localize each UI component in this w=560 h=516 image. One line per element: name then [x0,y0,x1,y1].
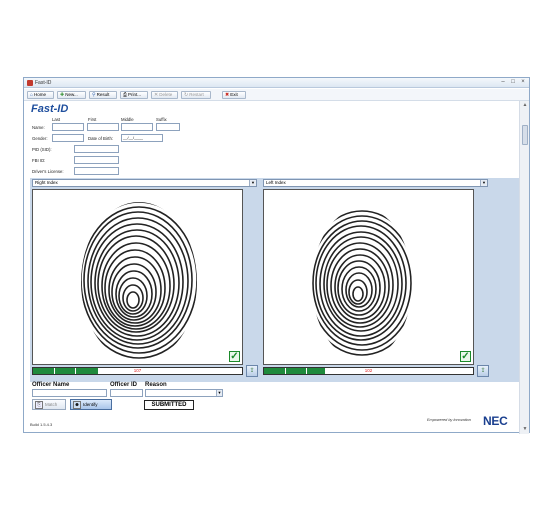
finger-select-value: Left Index [266,180,286,185]
tagline: Empowered by Innovation [427,418,471,422]
fingerprint-image [312,210,412,356]
fingerprint-image-frame: ✓ [263,189,474,365]
finger-select-value: Right Index [35,180,58,185]
chevron-down-icon: ▼ [249,180,256,186]
fbi-id-label: FBI ID: [32,158,46,163]
last-name-input[interactable] [52,123,84,131]
middle-name-input[interactable] [121,123,153,131]
suffix-input[interactable] [156,123,180,131]
quality-bar: 107 [32,367,243,375]
identify-label: Identify [83,402,98,407]
close-icon[interactable]: × [519,79,527,86]
app-icon [27,80,33,86]
capture-ok-icon: ✓ [229,351,240,362]
maximize-icon[interactable]: □ [509,79,517,86]
status-badge: SUBMITTED [144,400,194,410]
vertical-scrollbar[interactable]: ▲ ▼ [519,101,529,434]
home-icon: ⌂ [30,92,34,98]
scroll-down-icon[interactable]: ▼ [521,426,529,433]
brand-logo: NEC [483,414,508,428]
identify-icon: ☻ [73,400,81,409]
fingerprint-image [81,202,197,359]
print-label: Print... [128,92,142,97]
delete-label: Delete [159,92,173,97]
minimize-icon[interactable]: – [499,79,507,86]
officer-id-label: Officer ID [110,382,138,388]
match-button[interactable]: ⎘ Match [32,399,66,410]
gender-label: Gender: [32,136,48,141]
home-button[interactable]: ⌂ Home [27,91,54,99]
gender-input[interactable] [52,134,84,142]
chevron-down-icon: ▼ [480,180,487,186]
reason-label: Reason [145,382,167,388]
match-icon: ⎘ [35,400,43,409]
window-title: Fast-ID [35,80,52,86]
capture-button[interactable]: ⇪ [246,365,258,377]
quality-bar: 102 [263,367,474,375]
scrollbar-thumb[interactable] [522,125,528,145]
dob-label: Date of Birth: [88,136,114,141]
restart-button[interactable]: ↻ Restart [181,91,211,99]
name-label: Name: [32,125,45,130]
new-button[interactable]: ✚ New... [57,91,86,99]
restart-icon: ↻ [184,92,189,98]
title-bar: Fast-ID – □ × [24,78,529,88]
print-button[interactable]: ⎙ Print... [120,91,148,99]
drivers-license-input[interactable] [74,167,119,175]
first-name-input[interactable] [87,123,119,131]
dob-input[interactable]: __/__/____ [121,134,163,142]
finger-select[interactable]: Right Index ▼ [32,179,257,187]
fingerprint-image-frame: ✓ [32,189,243,365]
last-column-label: Last [52,117,61,122]
pid-label: PID (SID): [32,147,52,152]
pid-input[interactable] [74,145,119,153]
app-window: Fast-ID – □ × ⌂ Home ✚ New... ⚲ Result ⎙… [23,77,530,434]
result-label: Result [96,92,110,97]
result-icon: ⚲ [92,92,96,98]
capture-panel-left-index: Left Index ▼ ✓ 102 ⇪ [263,179,489,379]
finger-select[interactable]: Left Index ▼ [263,179,488,187]
identify-button[interactable]: ☻ Identify [70,399,112,410]
printer-icon: ⎙ [123,92,128,98]
build-version: Build 1.5.4.3 [30,422,53,427]
scroll-up-icon[interactable]: ▲ [521,102,529,109]
capture-button[interactable]: ⇪ [477,365,489,377]
delete-button[interactable]: ✕ Delete [151,91,178,99]
reason-select[interactable]: ▼ [145,389,223,397]
new-icon: ✚ [60,92,65,98]
toolbar: ⌂ Home ✚ New... ⚲ Result ⎙ Print... ✕ De… [24,89,529,101]
delete-icon: ✕ [154,92,159,98]
restart-label: Restart [189,92,204,97]
exit-label: Exit [230,92,238,97]
first-column-label: First [88,117,97,122]
quality-value: 107 [133,368,142,373]
officer-name-input[interactable] [32,389,107,397]
new-label: New... [65,92,78,97]
exit-button[interactable]: ✖ Exit [222,91,246,99]
capture-panel-right-index: Right Index ▼ ✓ 107 ⇪ [32,179,258,379]
officer-name-label: Officer Name [32,382,70,388]
chevron-down-icon: ▼ [216,390,222,396]
app-logo: Fast-ID [31,103,69,115]
suffix-column-label: Suffix [156,117,167,122]
result-button[interactable]: ⚲ Result [89,91,117,99]
drivers-license-label: Driver's License: [32,169,64,174]
officer-id-input[interactable] [110,389,143,397]
exit-icon: ✖ [225,92,230,98]
home-label: Home [34,92,47,97]
middle-column-label: Middle [121,117,134,122]
fbi-id-input[interactable] [74,156,119,164]
match-label: Match [45,402,58,407]
capture-ok-icon: ✓ [460,351,471,362]
quality-value: 102 [364,368,373,373]
